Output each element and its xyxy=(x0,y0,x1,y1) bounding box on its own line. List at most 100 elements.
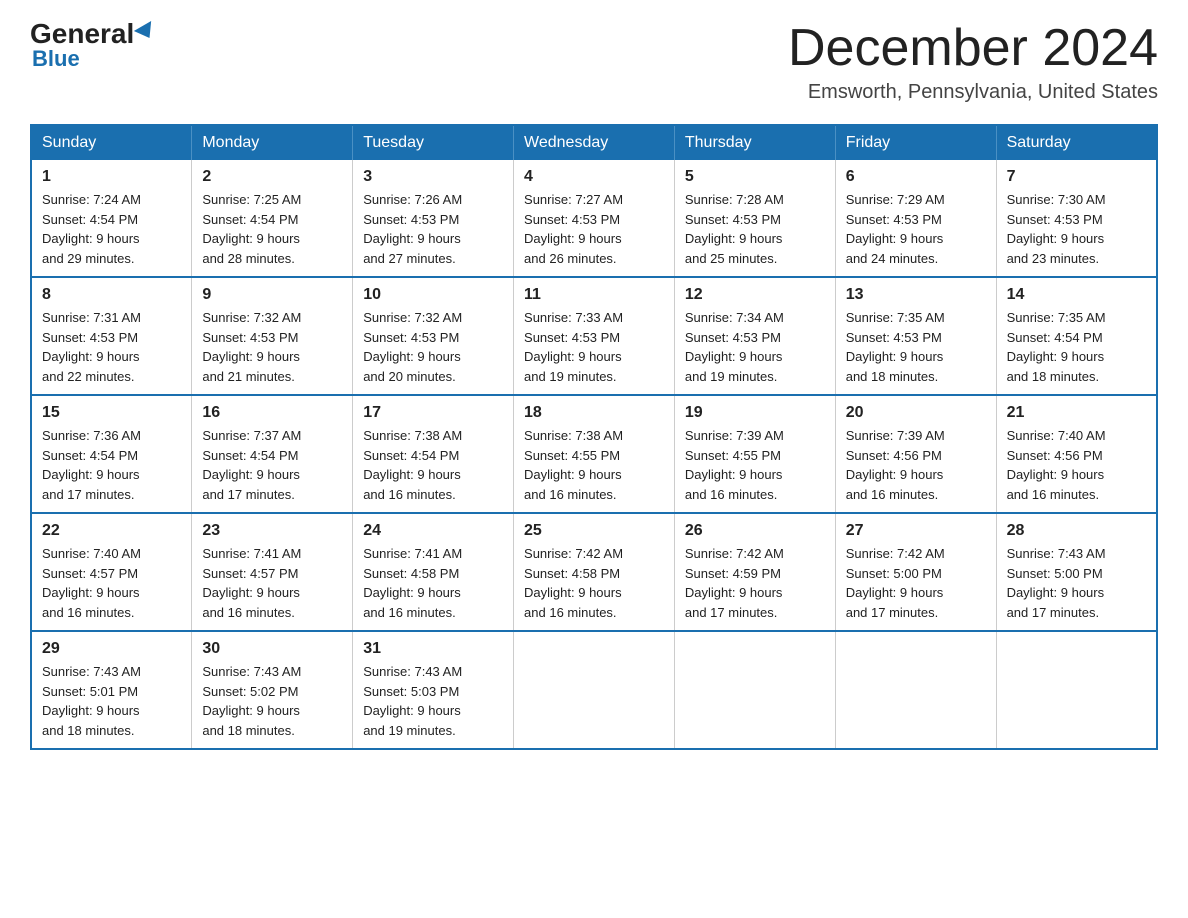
calendar-cell: 18 Sunrise: 7:38 AMSunset: 4:55 PMDaylig… xyxy=(514,395,675,513)
day-number: 18 xyxy=(524,404,664,422)
day-info: Sunrise: 7:32 AMSunset: 4:53 PMDaylight:… xyxy=(363,310,462,384)
day-number: 16 xyxy=(202,404,342,422)
calendar-cell: 24 Sunrise: 7:41 AMSunset: 4:58 PMDaylig… xyxy=(353,513,514,631)
calendar-cell: 17 Sunrise: 7:38 AMSunset: 4:54 PMDaylig… xyxy=(353,395,514,513)
day-number: 26 xyxy=(685,522,825,540)
weekday-header-friday: Friday xyxy=(835,125,996,160)
calendar-cell: 31 Sunrise: 7:43 AMSunset: 5:03 PMDaylig… xyxy=(353,631,514,749)
weekday-header-thursday: Thursday xyxy=(674,125,835,160)
day-number: 12 xyxy=(685,286,825,304)
day-number: 22 xyxy=(42,522,181,540)
day-info: Sunrise: 7:35 AMSunset: 4:53 PMDaylight:… xyxy=(846,310,945,384)
day-info: Sunrise: 7:32 AMSunset: 4:53 PMDaylight:… xyxy=(202,310,301,384)
month-year-title: December 2024 xyxy=(788,20,1158,77)
calendar-cell: 23 Sunrise: 7:41 AMSunset: 4:57 PMDaylig… xyxy=(192,513,353,631)
day-number: 27 xyxy=(846,522,986,540)
calendar-cell: 25 Sunrise: 7:42 AMSunset: 4:58 PMDaylig… xyxy=(514,513,675,631)
calendar-cell: 8 Sunrise: 7:31 AMSunset: 4:53 PMDayligh… xyxy=(31,277,192,395)
calendar-cell: 22 Sunrise: 7:40 AMSunset: 4:57 PMDaylig… xyxy=(31,513,192,631)
calendar-cell: 27 Sunrise: 7:42 AMSunset: 5:00 PMDaylig… xyxy=(835,513,996,631)
calendar-week-row: 22 Sunrise: 7:40 AMSunset: 4:57 PMDaylig… xyxy=(31,513,1157,631)
day-info: Sunrise: 7:31 AMSunset: 4:53 PMDaylight:… xyxy=(42,310,141,384)
day-info: Sunrise: 7:40 AMSunset: 4:57 PMDaylight:… xyxy=(42,546,141,620)
calendar-cell: 15 Sunrise: 7:36 AMSunset: 4:54 PMDaylig… xyxy=(31,395,192,513)
day-number: 13 xyxy=(846,286,986,304)
calendar-cell: 7 Sunrise: 7:30 AMSunset: 4:53 PMDayligh… xyxy=(996,160,1157,277)
day-info: Sunrise: 7:38 AMSunset: 4:55 PMDaylight:… xyxy=(524,428,623,502)
logo-top: General xyxy=(30,20,156,48)
weekday-header-tuesday: Tuesday xyxy=(353,125,514,160)
calendar-cell: 21 Sunrise: 7:40 AMSunset: 4:56 PMDaylig… xyxy=(996,395,1157,513)
logo-general-text: General xyxy=(30,18,156,49)
calendar-cell: 30 Sunrise: 7:43 AMSunset: 5:02 PMDaylig… xyxy=(192,631,353,749)
calendar-week-row: 8 Sunrise: 7:31 AMSunset: 4:53 PMDayligh… xyxy=(31,277,1157,395)
weekday-header-monday: Monday xyxy=(192,125,353,160)
day-number: 2 xyxy=(202,168,342,186)
calendar-cell: 6 Sunrise: 7:29 AMSunset: 4:53 PMDayligh… xyxy=(835,160,996,277)
day-info: Sunrise: 7:26 AMSunset: 4:53 PMDaylight:… xyxy=(363,192,462,266)
day-info: Sunrise: 7:29 AMSunset: 4:53 PMDaylight:… xyxy=(846,192,945,266)
day-number: 30 xyxy=(202,640,342,658)
day-number: 29 xyxy=(42,640,181,658)
calendar-cell: 12 Sunrise: 7:34 AMSunset: 4:53 PMDaylig… xyxy=(674,277,835,395)
calendar-cell: 14 Sunrise: 7:35 AMSunset: 4:54 PMDaylig… xyxy=(996,277,1157,395)
calendar-cell: 20 Sunrise: 7:39 AMSunset: 4:56 PMDaylig… xyxy=(835,395,996,513)
day-number: 14 xyxy=(1007,286,1146,304)
calendar-cell xyxy=(674,631,835,749)
calendar-cell: 13 Sunrise: 7:35 AMSunset: 4:53 PMDaylig… xyxy=(835,277,996,395)
day-number: 6 xyxy=(846,168,986,186)
logo-triangle-icon xyxy=(134,21,158,43)
weekday-header-wednesday: Wednesday xyxy=(514,125,675,160)
day-info: Sunrise: 7:41 AMSunset: 4:58 PMDaylight:… xyxy=(363,546,462,620)
calendar-cell: 4 Sunrise: 7:27 AMSunset: 4:53 PMDayligh… xyxy=(514,160,675,277)
page-header: General Blue December 2024 Emsworth, Pen… xyxy=(30,20,1158,104)
calendar-week-row: 1 Sunrise: 7:24 AMSunset: 4:54 PMDayligh… xyxy=(31,160,1157,277)
day-info: Sunrise: 7:39 AMSunset: 4:56 PMDaylight:… xyxy=(846,428,945,502)
day-info: Sunrise: 7:40 AMSunset: 4:56 PMDaylight:… xyxy=(1007,428,1106,502)
calendar-cell xyxy=(996,631,1157,749)
day-info: Sunrise: 7:33 AMSunset: 4:53 PMDaylight:… xyxy=(524,310,623,384)
calendar-cell: 26 Sunrise: 7:42 AMSunset: 4:59 PMDaylig… xyxy=(674,513,835,631)
day-info: Sunrise: 7:42 AMSunset: 4:58 PMDaylight:… xyxy=(524,546,623,620)
day-info: Sunrise: 7:42 AMSunset: 5:00 PMDaylight:… xyxy=(846,546,945,620)
day-info: Sunrise: 7:38 AMSunset: 4:54 PMDaylight:… xyxy=(363,428,462,502)
calendar-week-row: 15 Sunrise: 7:36 AMSunset: 4:54 PMDaylig… xyxy=(31,395,1157,513)
day-number: 19 xyxy=(685,404,825,422)
day-number: 17 xyxy=(363,404,503,422)
day-number: 1 xyxy=(42,168,181,186)
day-info: Sunrise: 7:36 AMSunset: 4:54 PMDaylight:… xyxy=(42,428,141,502)
calendar-header-row: SundayMondayTuesdayWednesdayThursdayFrid… xyxy=(31,125,1157,160)
logo-blue-text: Blue xyxy=(32,46,80,72)
calendar-cell: 1 Sunrise: 7:24 AMSunset: 4:54 PMDayligh… xyxy=(31,160,192,277)
day-number: 28 xyxy=(1007,522,1146,540)
day-number: 15 xyxy=(42,404,181,422)
day-number: 20 xyxy=(846,404,986,422)
day-number: 4 xyxy=(524,168,664,186)
calendar-cell: 28 Sunrise: 7:43 AMSunset: 5:00 PMDaylig… xyxy=(996,513,1157,631)
calendar-cell: 10 Sunrise: 7:32 AMSunset: 4:53 PMDaylig… xyxy=(353,277,514,395)
day-number: 25 xyxy=(524,522,664,540)
day-number: 3 xyxy=(363,168,503,186)
day-number: 10 xyxy=(363,286,503,304)
calendar-cell xyxy=(514,631,675,749)
weekday-header-sunday: Sunday xyxy=(31,125,192,160)
calendar-cell: 16 Sunrise: 7:37 AMSunset: 4:54 PMDaylig… xyxy=(192,395,353,513)
day-number: 7 xyxy=(1007,168,1146,186)
calendar-cell: 9 Sunrise: 7:32 AMSunset: 4:53 PMDayligh… xyxy=(192,277,353,395)
day-number: 9 xyxy=(202,286,342,304)
location-subtitle: Emsworth, Pennsylvania, United States xyxy=(788,81,1158,104)
calendar-cell: 11 Sunrise: 7:33 AMSunset: 4:53 PMDaylig… xyxy=(514,277,675,395)
logo: General Blue xyxy=(30,20,156,72)
day-number: 24 xyxy=(363,522,503,540)
day-info: Sunrise: 7:34 AMSunset: 4:53 PMDaylight:… xyxy=(685,310,784,384)
day-info: Sunrise: 7:39 AMSunset: 4:55 PMDaylight:… xyxy=(685,428,784,502)
day-info: Sunrise: 7:42 AMSunset: 4:59 PMDaylight:… xyxy=(685,546,784,620)
day-number: 8 xyxy=(42,286,181,304)
day-info: Sunrise: 7:25 AMSunset: 4:54 PMDaylight:… xyxy=(202,192,301,266)
calendar-cell: 3 Sunrise: 7:26 AMSunset: 4:53 PMDayligh… xyxy=(353,160,514,277)
day-info: Sunrise: 7:43 AMSunset: 5:03 PMDaylight:… xyxy=(363,664,462,738)
day-info: Sunrise: 7:35 AMSunset: 4:54 PMDaylight:… xyxy=(1007,310,1106,384)
calendar-cell: 2 Sunrise: 7:25 AMSunset: 4:54 PMDayligh… xyxy=(192,160,353,277)
day-number: 5 xyxy=(685,168,825,186)
day-number: 21 xyxy=(1007,404,1146,422)
